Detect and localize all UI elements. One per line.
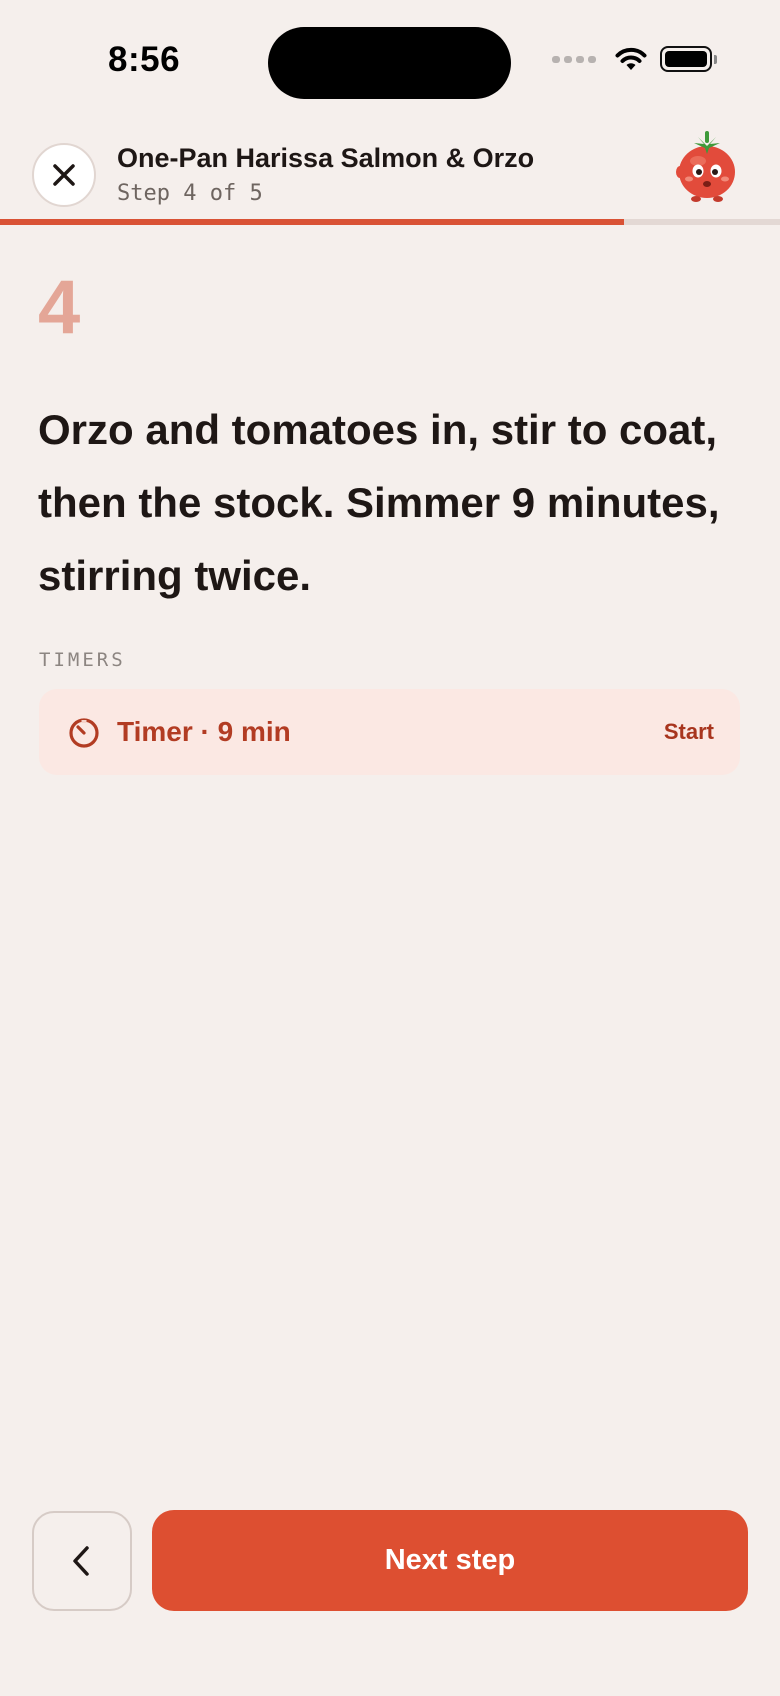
- status-icons: [552, 46, 717, 72]
- previous-step-button[interactable]: [32, 1511, 132, 1611]
- step-counter: Step 4 of 5: [117, 181, 263, 206]
- step-instruction: Orzo and tomatoes in, stir to coat, then…: [38, 406, 720, 599]
- battery-icon: [660, 46, 717, 72]
- close-button[interactable]: [32, 143, 96, 207]
- recipe-title: One-Pan Harissa Salmon & Orzo: [117, 143, 535, 173]
- step-progress-bar: [0, 219, 780, 225]
- timer-card[interactable]: Timer · 9 min Start: [39, 689, 740, 775]
- cooking-step-screen: 8:56 One-Pan Harissa Salmon & Orzo Step …: [0, 0, 780, 1696]
- step-number: 4: [38, 265, 81, 350]
- timers-section-label: TIMERS: [39, 649, 126, 671]
- wifi-icon: [615, 47, 647, 70]
- step-progress-fill: [0, 219, 624, 225]
- chevron-left-icon: [73, 1546, 89, 1576]
- timer-icon: [69, 718, 99, 748]
- timer-label: Timer · 9 min: [117, 716, 291, 747]
- timer-start-button[interactable]: Start: [664, 719, 714, 745]
- dynamic-island: [268, 27, 511, 99]
- signal-icon: [552, 55, 596, 63]
- next-step-button[interactable]: Next step: [152, 1510, 748, 1611]
- tomato-mascot-icon: [676, 131, 735, 202]
- close-icon: [53, 164, 75, 186]
- status-time: 8:56: [108, 40, 181, 79]
